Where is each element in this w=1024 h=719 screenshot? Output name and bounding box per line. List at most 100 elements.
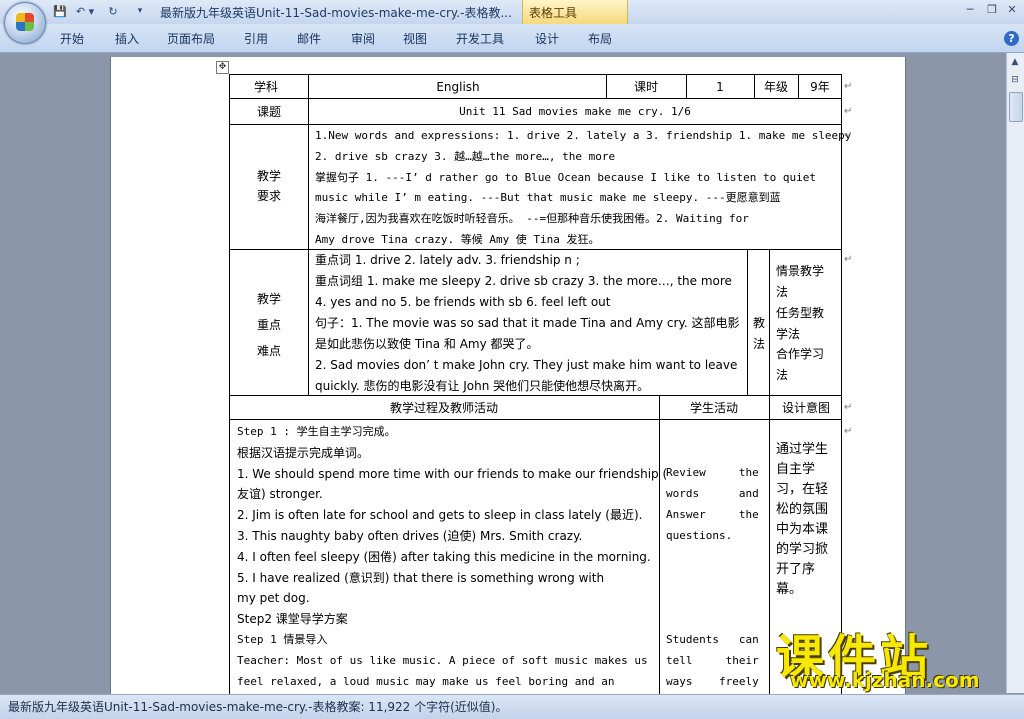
process-intent-line[interactable]: 的学习掀 [776,541,828,559]
paragraph-mark-icon: ↵ [844,81,853,92]
process-intent-line[interactable]: 自主学 [776,461,815,479]
tab-developer[interactable]: 开发工具 [456,30,504,47]
method-line[interactable]: 法 [776,366,788,384]
process-teacher-header: 教学过程及教师活动 [389,401,498,415]
requirements-line[interactable]: music while I’ m eating. ---But that mus… [315,189,781,207]
window-title: 最新版九年级英语Unit-11-Sad-movies-make-me-cry.-… [160,6,512,20]
process-student-line[interactable]: words and [666,485,759,503]
row-divider [229,249,842,250]
keypoints-line[interactable]: 2. Sad movies don’ t make John cry. They… [315,356,737,374]
status-text[interactable]: 最新版九年级英语Unit-11-Sad-movies-make-me-cry.-… [8,698,507,715]
tab-view[interactable]: 视图 [403,30,427,47]
help-icon[interactable]: ? [1004,31,1019,46]
tab-home[interactable]: 开始 [60,30,84,47]
method-line[interactable]: 任务型教 [776,304,824,322]
process-student-line[interactable]: Students can [666,631,759,649]
view-ruler-icon[interactable]: ⊟ [1008,75,1022,89]
undo-icon[interactable]: ↶ ▾ [74,4,96,19]
office-button[interactable] [4,2,46,44]
customize-quick-access-icon[interactable]: ▾ [134,4,146,19]
process-teacher-line[interactable]: Step 1 情景导入 [237,631,327,649]
keypoints-line[interactable]: 4. yes and no 5. be friends with sb 6. f… [315,293,610,311]
requirements-label-1: 教学 [256,169,281,183]
requirements-line[interactable]: Amy drove Tina crazy. 等候 Amy 使 Tina 发狂。 [315,231,600,249]
grade-value[interactable]: 9年 [800,78,840,96]
process-teacher-line[interactable]: Teacher: Most of us like music. A piece … [237,652,648,670]
tab-layout[interactable]: 布局 [588,30,612,47]
subject-value[interactable]: English [310,78,606,96]
process-teacher-line[interactable]: 2. Jim is often late for school and gets… [237,506,642,524]
row-divider [229,419,842,420]
process-student-line[interactable]: Review the [666,464,759,482]
tab-mailings[interactable]: 邮件 [297,30,321,47]
process-teacher-line[interactable]: 根据汉语提示完成单词。 [237,444,369,462]
process-intent-line[interactable]: 习，在轻 [776,481,828,499]
scroll-thumb[interactable] [1009,92,1023,122]
watermark-url: www.kjzhan.com [790,668,980,692]
hours-value[interactable]: 1 [688,78,752,96]
col-divider [754,74,755,99]
tab-review[interactable]: 审阅 [351,30,375,47]
keypoints-label-1: 教学 [256,292,281,306]
process-student-header: 学生活动 [689,401,738,415]
process-teacher-line[interactable]: 3. This naughty baby often drives (迫使) M… [237,527,582,545]
close-button[interactable]: ✕ [1002,2,1022,18]
save-icon[interactable]: 💾 [52,4,68,19]
table-tools-label: 表格工具 [529,6,578,20]
process-teacher-line[interactable]: 5. I have realized (意识到) that there is s… [237,569,604,587]
table-move-handle-icon[interactable]: ✥ [216,61,229,74]
process-intent-line[interactable]: 松的氛围 [776,501,828,519]
scroll-up-icon[interactable]: ▲ [1008,57,1022,71]
redo-icon[interactable]: ↻ [102,4,124,19]
paragraph-mark-icon: ↵ [844,130,853,141]
office-logo-icon [16,13,34,31]
tab-design[interactable]: 设计 [535,30,559,47]
process-student-line[interactable]: questions. [666,527,732,545]
restore-button[interactable]: ❐ [982,2,1002,18]
method-line[interactable]: 情景教学 [776,262,824,280]
col-divider [747,249,748,396]
method-line[interactable]: 合作学习 [776,345,824,363]
topic-value[interactable]: Unit 11 Sad movies make me cry. 1/6 [310,103,840,121]
process-student-line[interactable]: Answer the [666,506,759,524]
keypoints-line[interactable]: 句子：1. The movie was so sad that it made … [315,314,739,332]
method-line[interactable]: 法 [776,283,788,301]
process-teacher-line[interactable]: 1. We should spend more time with our fr… [237,465,667,483]
process-student-line[interactable]: tell their [666,652,759,670]
method-label-1: 教 [752,316,765,330]
col-divider [606,74,607,99]
process-intent-line[interactable]: 中为本课 [776,521,828,539]
requirements-label-2: 要求 [256,189,281,203]
process-teacher-line[interactable]: 4. I often feel sleepy (困倦) after taking… [237,548,651,566]
process-intent-line[interactable]: 幕。 [776,581,802,599]
table-tools-context: 表格工具 [522,0,628,24]
tab-references[interactable]: 引用 [244,30,268,47]
minimize-button[interactable]: ─ [960,2,980,18]
col-divider [659,395,660,696]
process-teacher-line[interactable]: 友谊) stronger. [237,485,323,503]
tab-page-layout[interactable]: 页面布局 [167,30,215,47]
ribbon-tab-bar [0,24,1024,53]
keypoints-line[interactable]: 重点词 1. drive 2. lately adv. 3. friendshi… [315,251,580,269]
process-student-line[interactable]: ways freely [666,673,759,691]
col-divider [308,74,309,396]
keypoints-line[interactable]: quickly. 悲伤的电影没有让 John 哭他们只能使他想尽快离开。 [315,377,649,395]
paragraph-mark-icon: ↵ [844,426,853,437]
col-divider [769,249,770,696]
process-teacher-line[interactable]: Step 1 : 学生自主学习完成。 [237,423,396,441]
process-teacher-line[interactable]: my pet dog. [237,589,310,607]
process-teacher-line[interactable]: feel relaxed, a loud music may make us f… [237,673,615,691]
vertical-scrollbar[interactable] [1006,53,1024,693]
col-divider [798,74,799,99]
process-intent-line[interactable]: 开了序 [776,561,815,579]
keypoints-line[interactable]: 重点词组 1. make me sleepy 2. drive sb crazy… [315,272,732,290]
requirements-line[interactable]: 海洋餐厅,因为我喜欢在吃饭时听轻音乐。 --=但那种音乐使我困倦。2. Wait… [315,210,749,228]
method-line[interactable]: 学法 [776,325,800,343]
keypoints-line[interactable]: 是如此悲伤以致使 Tina 和 Amy 都哭了。 [315,335,539,353]
requirements-line[interactable]: 2. drive sb crazy 3. 越…越…the more…, the … [315,148,615,166]
process-intent-line[interactable]: 通过学生 [776,441,828,459]
requirements-line[interactable]: 1.New words and expressions: 1. drive 2.… [315,127,851,145]
process-teacher-line[interactable]: Step2 课堂导学方案 [237,610,348,628]
requirements-line[interactable]: 掌握句子 1. ---I’ d rather go to Blue Ocean … [315,169,816,187]
tab-insert[interactable]: 插入 [115,30,139,47]
